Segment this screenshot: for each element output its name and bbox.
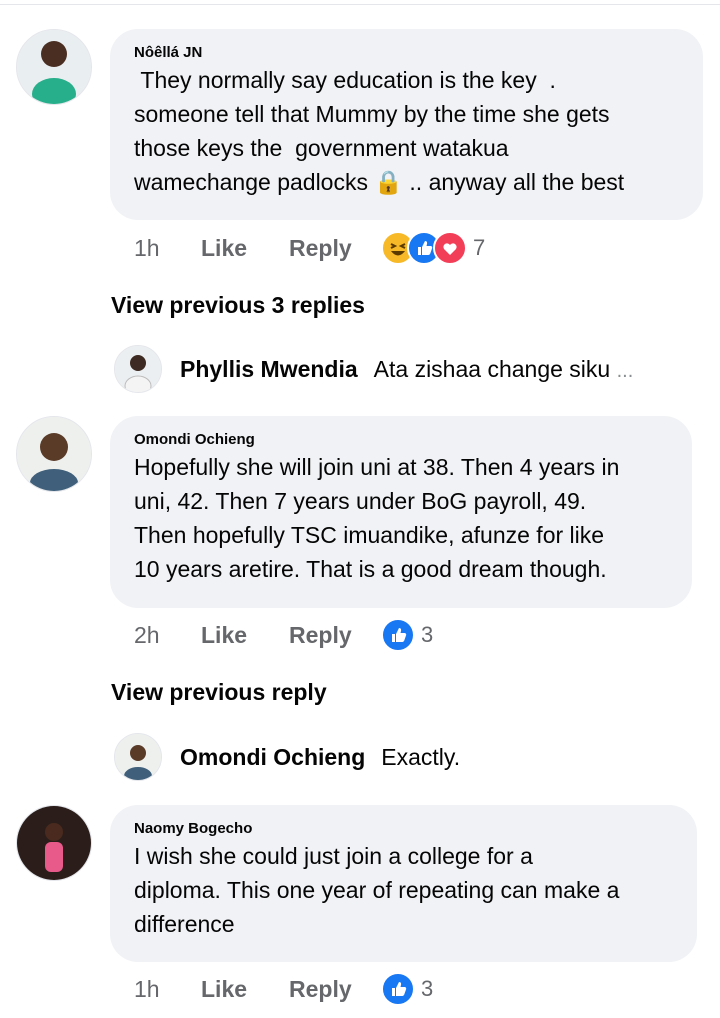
view-previous-reply-button[interactable]: View previous reply <box>111 679 327 706</box>
comment-text: I wish she could just join a college for… <box>134 843 620 937</box>
reply-button[interactable]: Reply <box>289 622 381 649</box>
top-divider <box>0 0 720 5</box>
comment-actions: 1h Like Reply 7 <box>134 230 485 266</box>
reply-preview[interactable]: Phyllis Mwendia Ata zishaa change siku .… <box>114 345 633 393</box>
comment-author[interactable]: Omondi Ochieng <box>134 430 668 450</box>
avatar-naomy[interactable] <box>16 805 92 881</box>
reaction-count: 7 <box>473 235 486 260</box>
like-button[interactable]: Like <box>201 235 289 262</box>
lock-emoji-icon: 🔒 <box>374 169 404 195</box>
reactions-summary[interactable]: 7 <box>381 231 485 265</box>
comment-bubble: Nôêllá JN They normally say education is… <box>110 29 703 220</box>
reply-button[interactable]: Reply <box>289 976 381 1003</box>
comment-text: They normally say education is the key .… <box>134 67 625 195</box>
comment-time[interactable]: 2h <box>134 622 201 649</box>
like-reaction-icon <box>381 618 415 652</box>
avatar-omondi-small[interactable] <box>114 733 162 781</box>
comment-time[interactable]: 1h <box>134 976 201 1003</box>
reply-author[interactable]: Phyllis Mwendia <box>180 356 358 383</box>
view-previous-replies-button[interactable]: View previous 3 replies <box>111 292 365 319</box>
reply-text: Ata zishaa change siku ... <box>373 355 634 382</box>
comment-bubble: Omondi Ochieng Hopefully she will join u… <box>110 416 692 608</box>
comment-time[interactable]: 1h <box>134 235 201 262</box>
reaction-count: 3 <box>421 976 434 1001</box>
comment-bubble: Naomy Bogecho I wish she could just join… <box>110 805 697 962</box>
reactions-summary[interactable]: 3 <box>381 972 433 1006</box>
like-button[interactable]: Like <box>201 976 289 1003</box>
avatar-omondi[interactable] <box>16 416 92 492</box>
reactions-summary[interactable]: 3 <box>381 618 433 652</box>
love-reaction-icon <box>433 231 467 265</box>
comment-text: Hopefully she will join uni at 38. Then … <box>134 454 620 582</box>
reply-author[interactable]: Omondi Ochieng <box>180 744 365 771</box>
comment-actions: 1h Like Reply 3 <box>134 971 433 1007</box>
comment-actions: 2h Like Reply 3 <box>134 617 433 653</box>
avatar-noella[interactable] <box>16 29 92 105</box>
comment-author[interactable]: Naomy Bogecho <box>134 819 673 839</box>
like-button[interactable]: Like <box>201 622 289 649</box>
comment-author[interactable]: Nôêllá JN <box>134 43 679 63</box>
like-reaction-icon <box>381 972 415 1006</box>
reply-text: Exactly. <box>381 743 461 770</box>
reply-button[interactable]: Reply <box>289 235 381 262</box>
reply-preview[interactable]: Omondi Ochieng Exactly. <box>114 733 460 781</box>
avatar-phyllis[interactable] <box>114 345 162 393</box>
reaction-count: 3 <box>421 622 434 647</box>
